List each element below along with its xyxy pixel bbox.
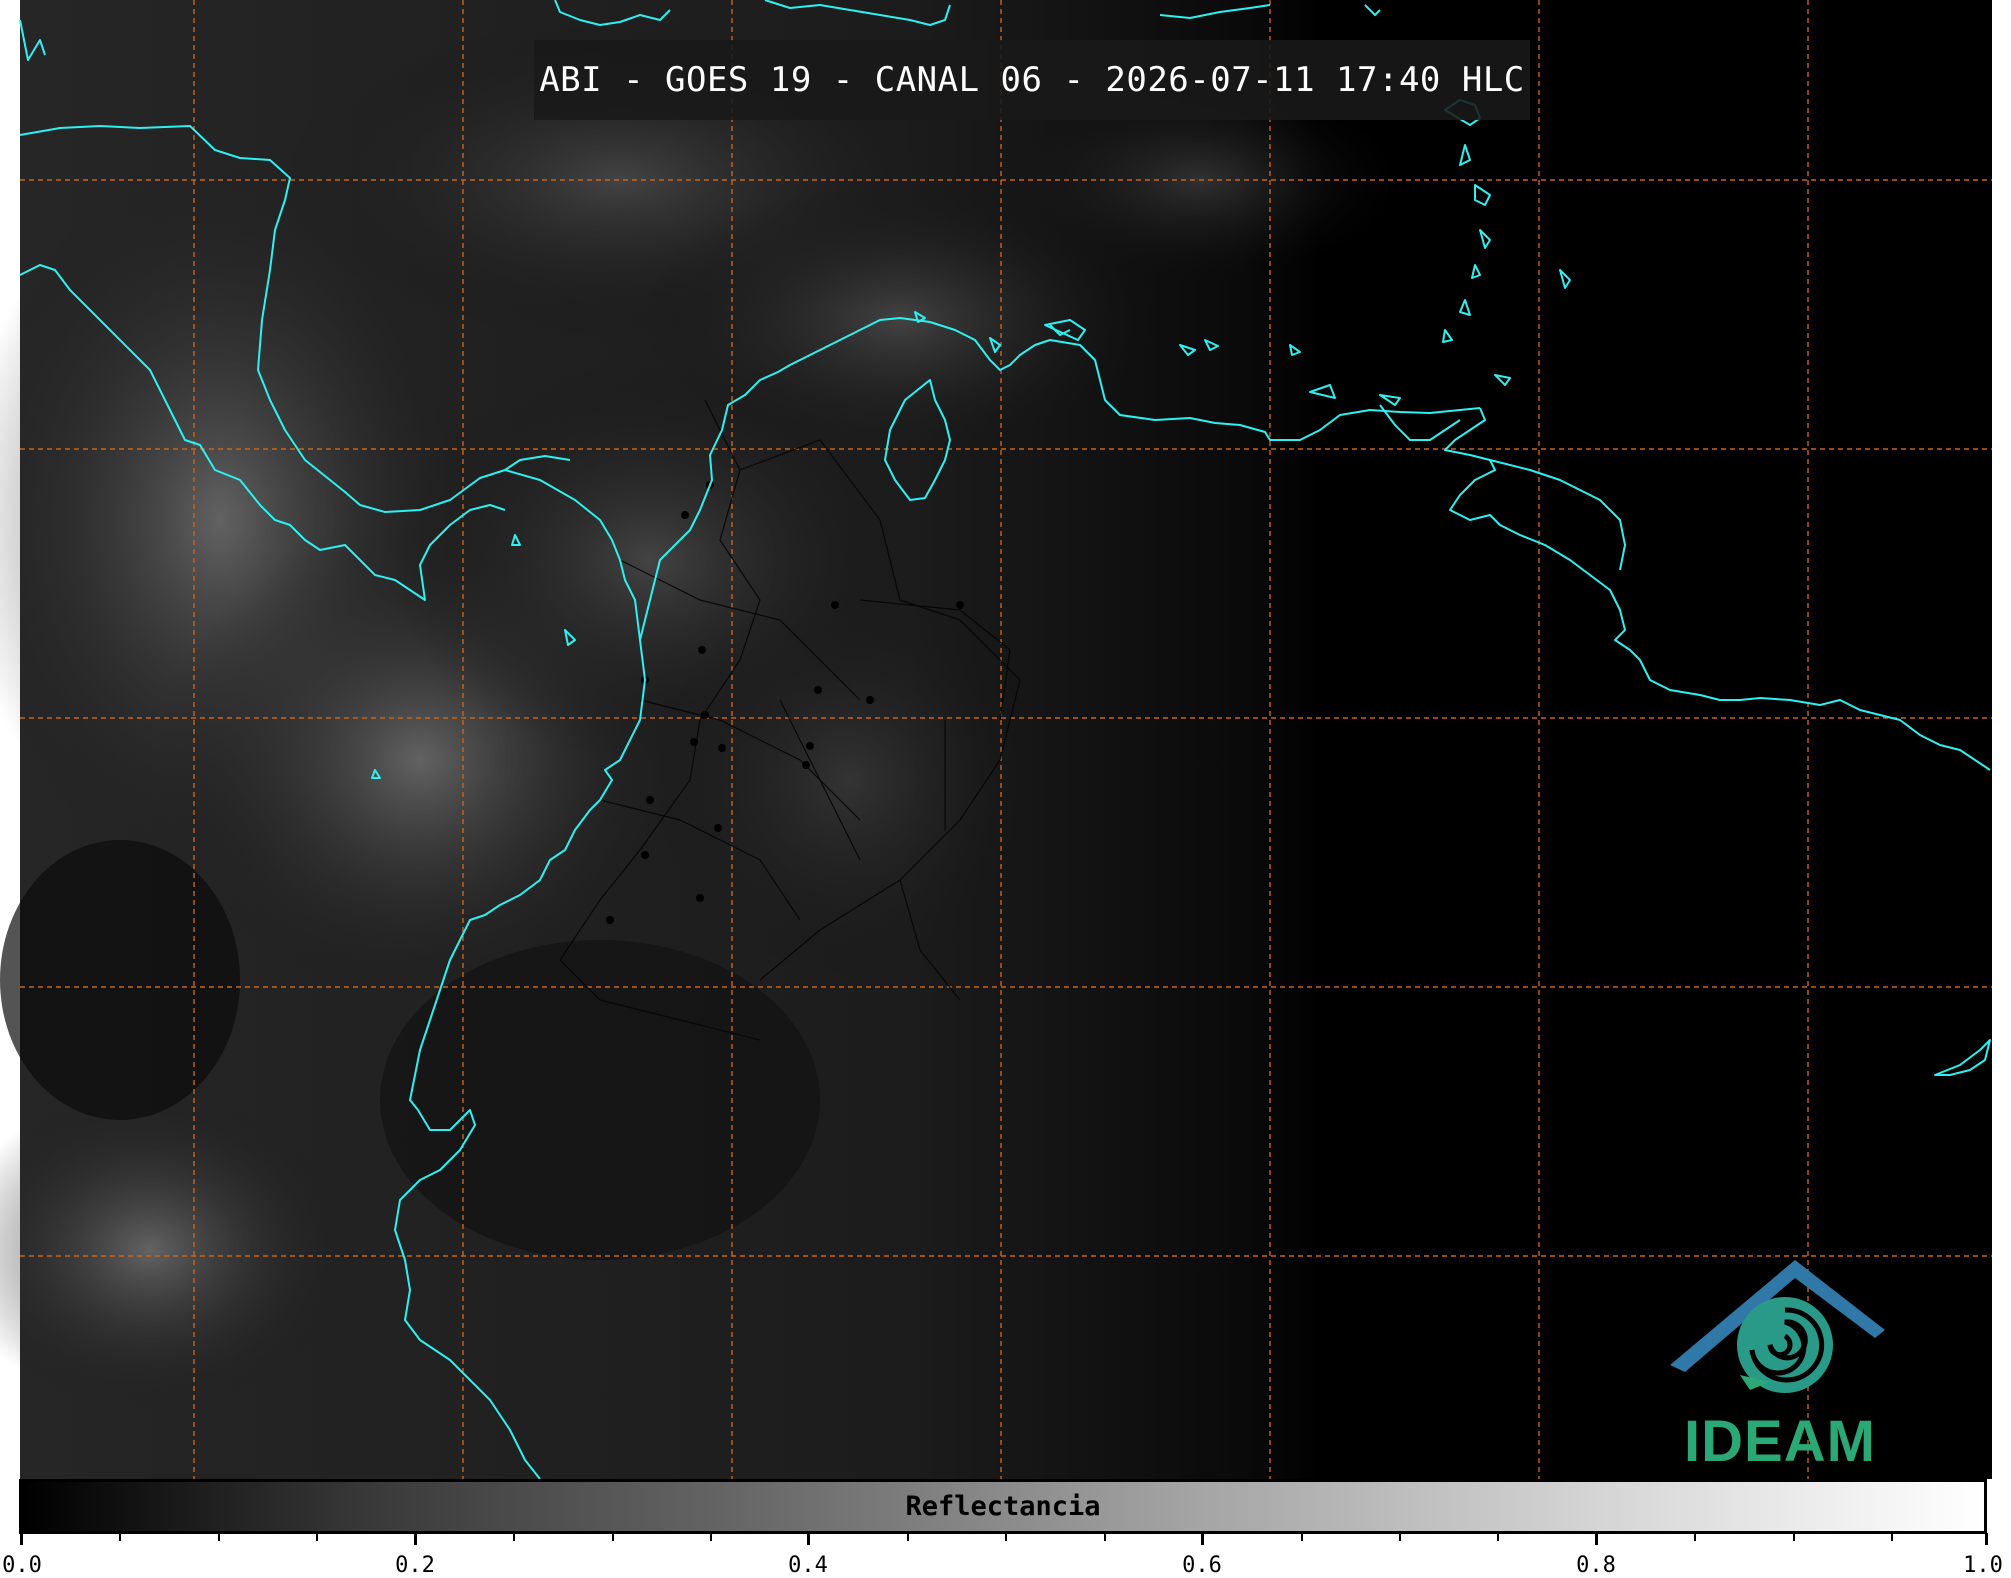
colorbar-tick-label: 1.0: [1963, 1553, 2003, 1578]
colorbar-tick-label: 0.6: [1182, 1553, 1222, 1578]
colorbar-label: Reflectancia: [905, 1491, 1101, 1522]
colorbar-tick: [414, 1533, 417, 1545]
colorbar-tick-label: 0.8: [1576, 1553, 1616, 1578]
colorbar-tick: [1201, 1533, 1204, 1545]
colorbar-minor-tick: [1793, 1533, 1795, 1541]
colorbar-minor-tick: [907, 1533, 909, 1541]
colorbar-minor-tick: [710, 1533, 712, 1541]
colorbar-minor-tick: [1301, 1533, 1303, 1541]
colorbar-tick: [20, 1533, 23, 1545]
ideam-logo-text: IDEAM: [1684, 1409, 1876, 1474]
colorbar-minor-tick: [1399, 1533, 1401, 1541]
colorbar: Reflectancia: [19, 1479, 1987, 1534]
ideam-logo: IDEAM: [1660, 1250, 1900, 1475]
colorbar-minor-tick: [612, 1533, 614, 1541]
colorbar-minor-tick: [1694, 1533, 1696, 1541]
colorbar-tick: [1595, 1533, 1598, 1545]
colorbar-minor-tick: [316, 1533, 318, 1541]
colorbar-tick-label: 0.4: [788, 1553, 828, 1578]
colorbar-minor-tick: [218, 1533, 220, 1541]
colorbar-minor-tick: [513, 1533, 515, 1541]
colorbar-tick: [1985, 1533, 1988, 1545]
colorbar-minor-tick: [1497, 1533, 1499, 1541]
colorbar-tick-label: 0.2: [395, 1553, 435, 1578]
map-title: ABI - GOES 19 - CANAL 06 - 2026-07-11 17…: [534, 40, 1530, 120]
colorbar-tick: [807, 1533, 810, 1545]
colorbar-minor-tick: [1891, 1533, 1893, 1541]
colorbar-tick-label: 0.0: [2, 1553, 42, 1578]
ideam-logo-icon: [1670, 1260, 1885, 1393]
colorbar-minor-tick: [1104, 1533, 1106, 1541]
colorbar-minor-tick: [1005, 1533, 1007, 1541]
colorbar-minor-tick: [119, 1533, 121, 1541]
